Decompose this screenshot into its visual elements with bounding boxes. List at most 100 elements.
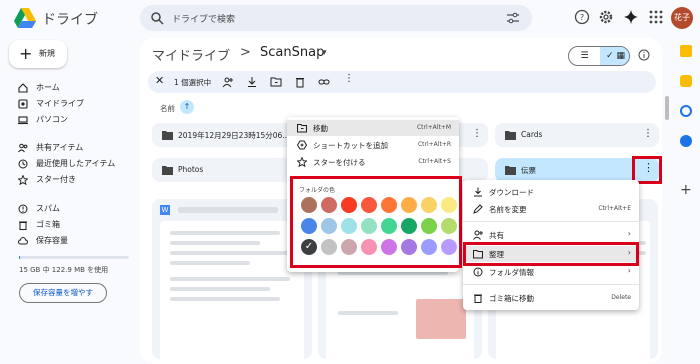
storage-usage-text: 15 GB 中 122.9 MB を使用 <box>19 266 109 274</box>
color-swatch[interactable] <box>321 218 337 234</box>
chevron-right-icon: › <box>627 266 631 275</box>
folder-more-icon[interactable]: ⋮ <box>472 128 482 139</box>
color-swatch[interactable] <box>401 218 417 234</box>
color-swatch[interactable] <box>381 197 397 213</box>
svg-text:?: ? <box>580 13 584 22</box>
menu-item-star[interactable]: スターを付ける Ctrl+Alt+S <box>287 154 459 170</box>
menu-item-move-to-trash[interactable]: ゴミ箱に移動 Delete <box>463 290 639 306</box>
color-swatch[interactable] <box>301 197 317 213</box>
search-placeholder[interactable]: ドライブで検索 <box>172 12 235 25</box>
folder-icon <box>505 131 516 140</box>
folder-color-title: フォルダの色 <box>299 187 336 194</box>
menu-item-add-shortcut[interactable]: ショートカットを追加 Ctrl+Alt+R <box>287 137 459 153</box>
view-toggle[interactable]: ☰ ✓ ▦ <box>568 46 630 66</box>
grid-view-icon[interactable]: ✓ ▦ <box>600 47 629 65</box>
color-swatch[interactable] <box>321 239 337 255</box>
folder-icon <box>162 166 173 175</box>
color-swatch[interactable] <box>441 218 457 234</box>
share-person-icon[interactable] <box>222 76 234 88</box>
account-avatar[interactable]: 花子 <box>671 7 693 29</box>
folder-more-icon-highlighted[interactable]: ⋮ <box>643 161 654 174</box>
color-swatch[interactable] <box>361 218 377 234</box>
help-icon[interactable]: ? <box>574 9 590 25</box>
menu-item-share[interactable]: 共有 › <box>463 227 639 243</box>
download-icon[interactable] <box>246 76 258 88</box>
add-addon-plus-icon[interactable]: + <box>680 182 692 198</box>
color-swatch[interactable] <box>381 239 397 255</box>
folder-icon <box>505 166 516 175</box>
breadcrumb-current[interactable]: ScanSnap <box>260 45 324 60</box>
calendar-app-icon[interactable] <box>680 45 692 57</box>
star-icon <box>18 175 28 185</box>
sort-by-name-header[interactable]: 名前 <box>160 103 175 114</box>
breadcrumb-root[interactable]: マイドライブ <box>152 45 230 64</box>
shared-icon <box>18 143 28 153</box>
color-swatch[interactable] <box>381 218 397 234</box>
star-icon <box>297 157 307 167</box>
move-to-folder-icon[interactable] <box>270 76 282 88</box>
clear-selection-close-icon[interactable]: ✕ <box>155 74 164 87</box>
share-person-icon <box>473 230 483 240</box>
color-swatch[interactable] <box>341 197 357 213</box>
color-swatch[interactable]: ✓ <box>301 239 317 255</box>
color-swatch[interactable] <box>361 197 377 213</box>
search-bar[interactable]: ドライブで検索 <box>140 5 532 31</box>
color-swatch[interactable] <box>421 197 437 213</box>
color-swatch[interactable] <box>441 239 457 255</box>
menu-item-move[interactable]: 移動 Ctrl+Alt+M <box>287 120 459 136</box>
spam-icon <box>18 204 28 214</box>
settings-gear-icon[interactable] <box>598 9 614 25</box>
trash-icon <box>19 221 27 230</box>
list-view-icon[interactable]: ☰ <box>569 47 600 65</box>
menu-item-rename[interactable]: 名前を変更 Ctrl+Alt+E <box>463 201 639 217</box>
my-drive-icon <box>18 99 28 109</box>
info-icon <box>473 267 483 277</box>
breadcrumb-separator: > <box>240 45 251 60</box>
scrollbar[interactable] <box>665 96 669 120</box>
color-swatch[interactable] <box>421 239 437 255</box>
app-name[interactable]: ドライブ <box>42 9 98 29</box>
home-icon <box>18 83 28 93</box>
storage-usage-bar <box>19 256 129 259</box>
folder-icon <box>162 131 173 140</box>
rename-pencil-icon <box>473 204 483 214</box>
add-shortcut-icon <box>297 140 307 150</box>
color-swatch[interactable] <box>401 197 417 213</box>
tasks-app-icon[interactable] <box>680 105 692 117</box>
more-actions-icon[interactable]: ⋮ <box>344 73 356 85</box>
apps-grid-icon[interactable] <box>648 9 664 25</box>
chevron-right-icon: › <box>627 229 631 238</box>
computer-icon <box>18 116 28 125</box>
color-swatch[interactable] <box>361 239 377 255</box>
chevron-down-icon[interactable]: ▾ <box>322 48 327 58</box>
copy-link-icon[interactable] <box>318 76 330 88</box>
menu-item-folder-info[interactable]: フォルダ情報 › <box>463 264 639 280</box>
search-options-icon[interactable] <box>506 11 520 25</box>
gemini-sparkle-icon[interactable] <box>623 9 639 25</box>
color-swatch[interactable] <box>321 197 337 213</box>
new-button[interactable]: + 新規 <box>9 40 67 68</box>
file-thumbnail <box>160 221 304 359</box>
delete-trash-icon[interactable] <box>294 76 306 88</box>
color-swatch[interactable] <box>301 218 317 234</box>
folder-more-icon[interactable]: ⋮ <box>643 128 653 139</box>
sort-arrow-up-icon[interactable]: ↑ <box>180 100 194 114</box>
color-swatch[interactable] <box>341 218 357 234</box>
drive-logo-icon <box>14 8 36 28</box>
get-more-storage-button[interactable]: 保存容量を増やす <box>19 283 107 303</box>
download-icon <box>474 187 482 197</box>
color-swatch[interactable] <box>401 239 417 255</box>
menu-item-download[interactable]: ダウンロード <box>463 184 639 200</box>
info-icon[interactable] <box>638 49 650 61</box>
folder-item[interactable]: Cards ⋮ <box>495 123 659 147</box>
word-doc-icon: W <box>160 205 170 215</box>
search-icon[interactable] <box>150 11 164 25</box>
contacts-app-icon[interactable] <box>680 135 692 147</box>
plus-icon: + <box>19 44 33 63</box>
keep-app-icon[interactable] <box>680 75 692 87</box>
color-swatch[interactable] <box>421 218 437 234</box>
color-swatch[interactable] <box>341 239 357 255</box>
folder-color-panel: フォルダの色 ✓ <box>290 176 462 268</box>
cloud-icon <box>18 237 28 245</box>
color-swatch[interactable] <box>441 197 457 213</box>
